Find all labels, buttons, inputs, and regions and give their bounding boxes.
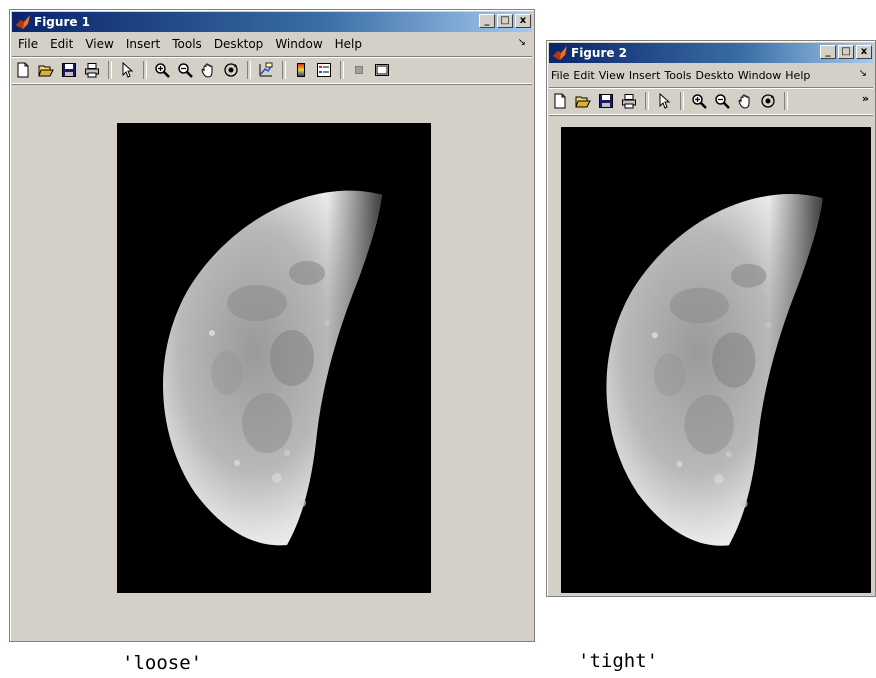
zoom-out-button[interactable] [174, 60, 195, 80]
moon-image-axes[interactable] [561, 127, 871, 593]
figure-1-window[interactable]: Figure 1 _ □ x File Edit View Insert Too… [9, 9, 535, 642]
open-folder-icon [38, 62, 54, 78]
zoom-out-icon [177, 62, 193, 78]
maximize-button[interactable]: □ [497, 14, 513, 28]
hide-plot-tools-icon [351, 62, 367, 78]
pan-hand-icon [200, 62, 216, 78]
zoom-in-button[interactable] [151, 60, 172, 80]
menu-edit[interactable]: Edit [571, 69, 596, 82]
pointer-icon [656, 93, 672, 109]
new-file-icon [15, 62, 31, 78]
zoom-in-icon [691, 93, 707, 109]
new-file-button[interactable] [12, 60, 33, 80]
menu-insert[interactable]: Insert [120, 37, 166, 51]
menu-help[interactable]: Help [783, 69, 812, 82]
legend-icon [316, 62, 332, 78]
figure-toolbar: » [549, 87, 873, 115]
rotate-3d-icon [760, 93, 776, 109]
minimize-button[interactable]: _ [479, 14, 495, 28]
menu-window[interactable]: Window [736, 69, 783, 82]
figure-1-title-bar[interactable]: Figure 1 _ □ x [12, 12, 532, 32]
save-icon [61, 62, 77, 78]
window-title: Figure 2 [571, 46, 628, 60]
print-button[interactable] [618, 91, 639, 111]
data-cursor-icon [258, 62, 274, 78]
menu-view[interactable]: View [597, 69, 627, 82]
menu-tools[interactable]: Tools [166, 37, 208, 51]
rotate-3d-button[interactable] [757, 91, 778, 111]
save-button[interactable] [595, 91, 616, 111]
moon-image [117, 123, 431, 593]
toolbar-separator [680, 92, 684, 110]
edit-plot-button[interactable] [653, 91, 674, 111]
window-title: Figure 1 [34, 15, 91, 29]
maximize-button[interactable]: □ [838, 45, 854, 59]
menu-help[interactable]: Help [329, 37, 368, 51]
moon-image-axes[interactable] [117, 123, 431, 593]
toolbar-separator [340, 61, 344, 79]
menu-file[interactable]: File [12, 37, 44, 51]
menu-insert[interactable]: Insert [627, 69, 663, 82]
print-icon [84, 62, 100, 78]
zoom-in-icon [154, 62, 170, 78]
print-icon [621, 93, 637, 109]
close-button[interactable]: x [856, 45, 872, 59]
pan-button[interactable] [197, 60, 218, 80]
close-button[interactable]: x [515, 14, 531, 28]
save-icon [598, 93, 614, 109]
show-plot-tools-icon [374, 62, 390, 78]
pan-hand-icon [737, 93, 753, 109]
menu-tools[interactable]: Tools [662, 69, 693, 82]
rotate-3d-button[interactable] [220, 60, 241, 80]
menu-edit[interactable]: Edit [44, 37, 79, 51]
new-file-button[interactable] [549, 91, 570, 111]
menu-view[interactable]: View [79, 37, 119, 51]
toolbar-separator [645, 92, 649, 110]
menu-file[interactable]: File [549, 69, 571, 82]
figure-2-title-bar[interactable]: Figure 2 _ □ x [549, 43, 873, 63]
figure-toolbar [12, 56, 532, 84]
toolbar-overflow-chevron[interactable]: » [862, 92, 869, 105]
rotate-3d-icon [223, 62, 239, 78]
open-file-button[interactable] [572, 91, 593, 111]
matlab-logo-icon [15, 14, 31, 30]
matlab-logo-icon [552, 45, 568, 61]
toolbar-separator [143, 61, 147, 79]
caption-tight: 'tight' [578, 650, 659, 672]
colorbar-icon [293, 62, 309, 78]
toolbar-separator [282, 61, 286, 79]
zoom-out-button[interactable] [711, 91, 732, 111]
menu-bar: File Edit View Insert Tools Desktop Wind… [12, 34, 532, 54]
open-file-button[interactable] [35, 60, 56, 80]
insert-colorbar-button[interactable] [290, 60, 311, 80]
caption-loose: 'loose' [122, 652, 203, 674]
figure-2-window[interactable]: Figure 2 _ □ x File Edit View Insert Too… [546, 40, 876, 597]
new-file-icon [552, 93, 568, 109]
print-button[interactable] [81, 60, 102, 80]
minimize-button[interactable]: _ [820, 45, 836, 59]
insert-legend-button[interactable] [313, 60, 334, 80]
menu-bar: File Edit View Insert Tools Deskto Windo… [549, 65, 873, 85]
dock-arrow-icon[interactable]: ↘ [859, 68, 867, 79]
toolbar-separator [784, 92, 788, 110]
toolbar-separator [108, 61, 112, 79]
toolbar-separator [247, 61, 251, 79]
edit-plot-button[interactable] [116, 60, 137, 80]
show-plot-tools-button[interactable] [371, 60, 392, 80]
menu-window[interactable]: Window [269, 37, 328, 51]
menu-desktop[interactable]: Desktop [208, 37, 270, 51]
pan-button[interactable] [734, 91, 755, 111]
dock-arrow-icon[interactable]: ↘ [518, 37, 526, 48]
hide-plot-tools-button[interactable] [348, 60, 369, 80]
moon-image [561, 127, 871, 593]
pointer-icon [119, 62, 135, 78]
zoom-out-icon [714, 93, 730, 109]
open-folder-icon [575, 93, 591, 109]
data-cursor-button[interactable] [255, 60, 276, 80]
menu-desktop[interactable]: Deskto [694, 69, 736, 82]
zoom-in-button[interactable] [688, 91, 709, 111]
save-button[interactable] [58, 60, 79, 80]
